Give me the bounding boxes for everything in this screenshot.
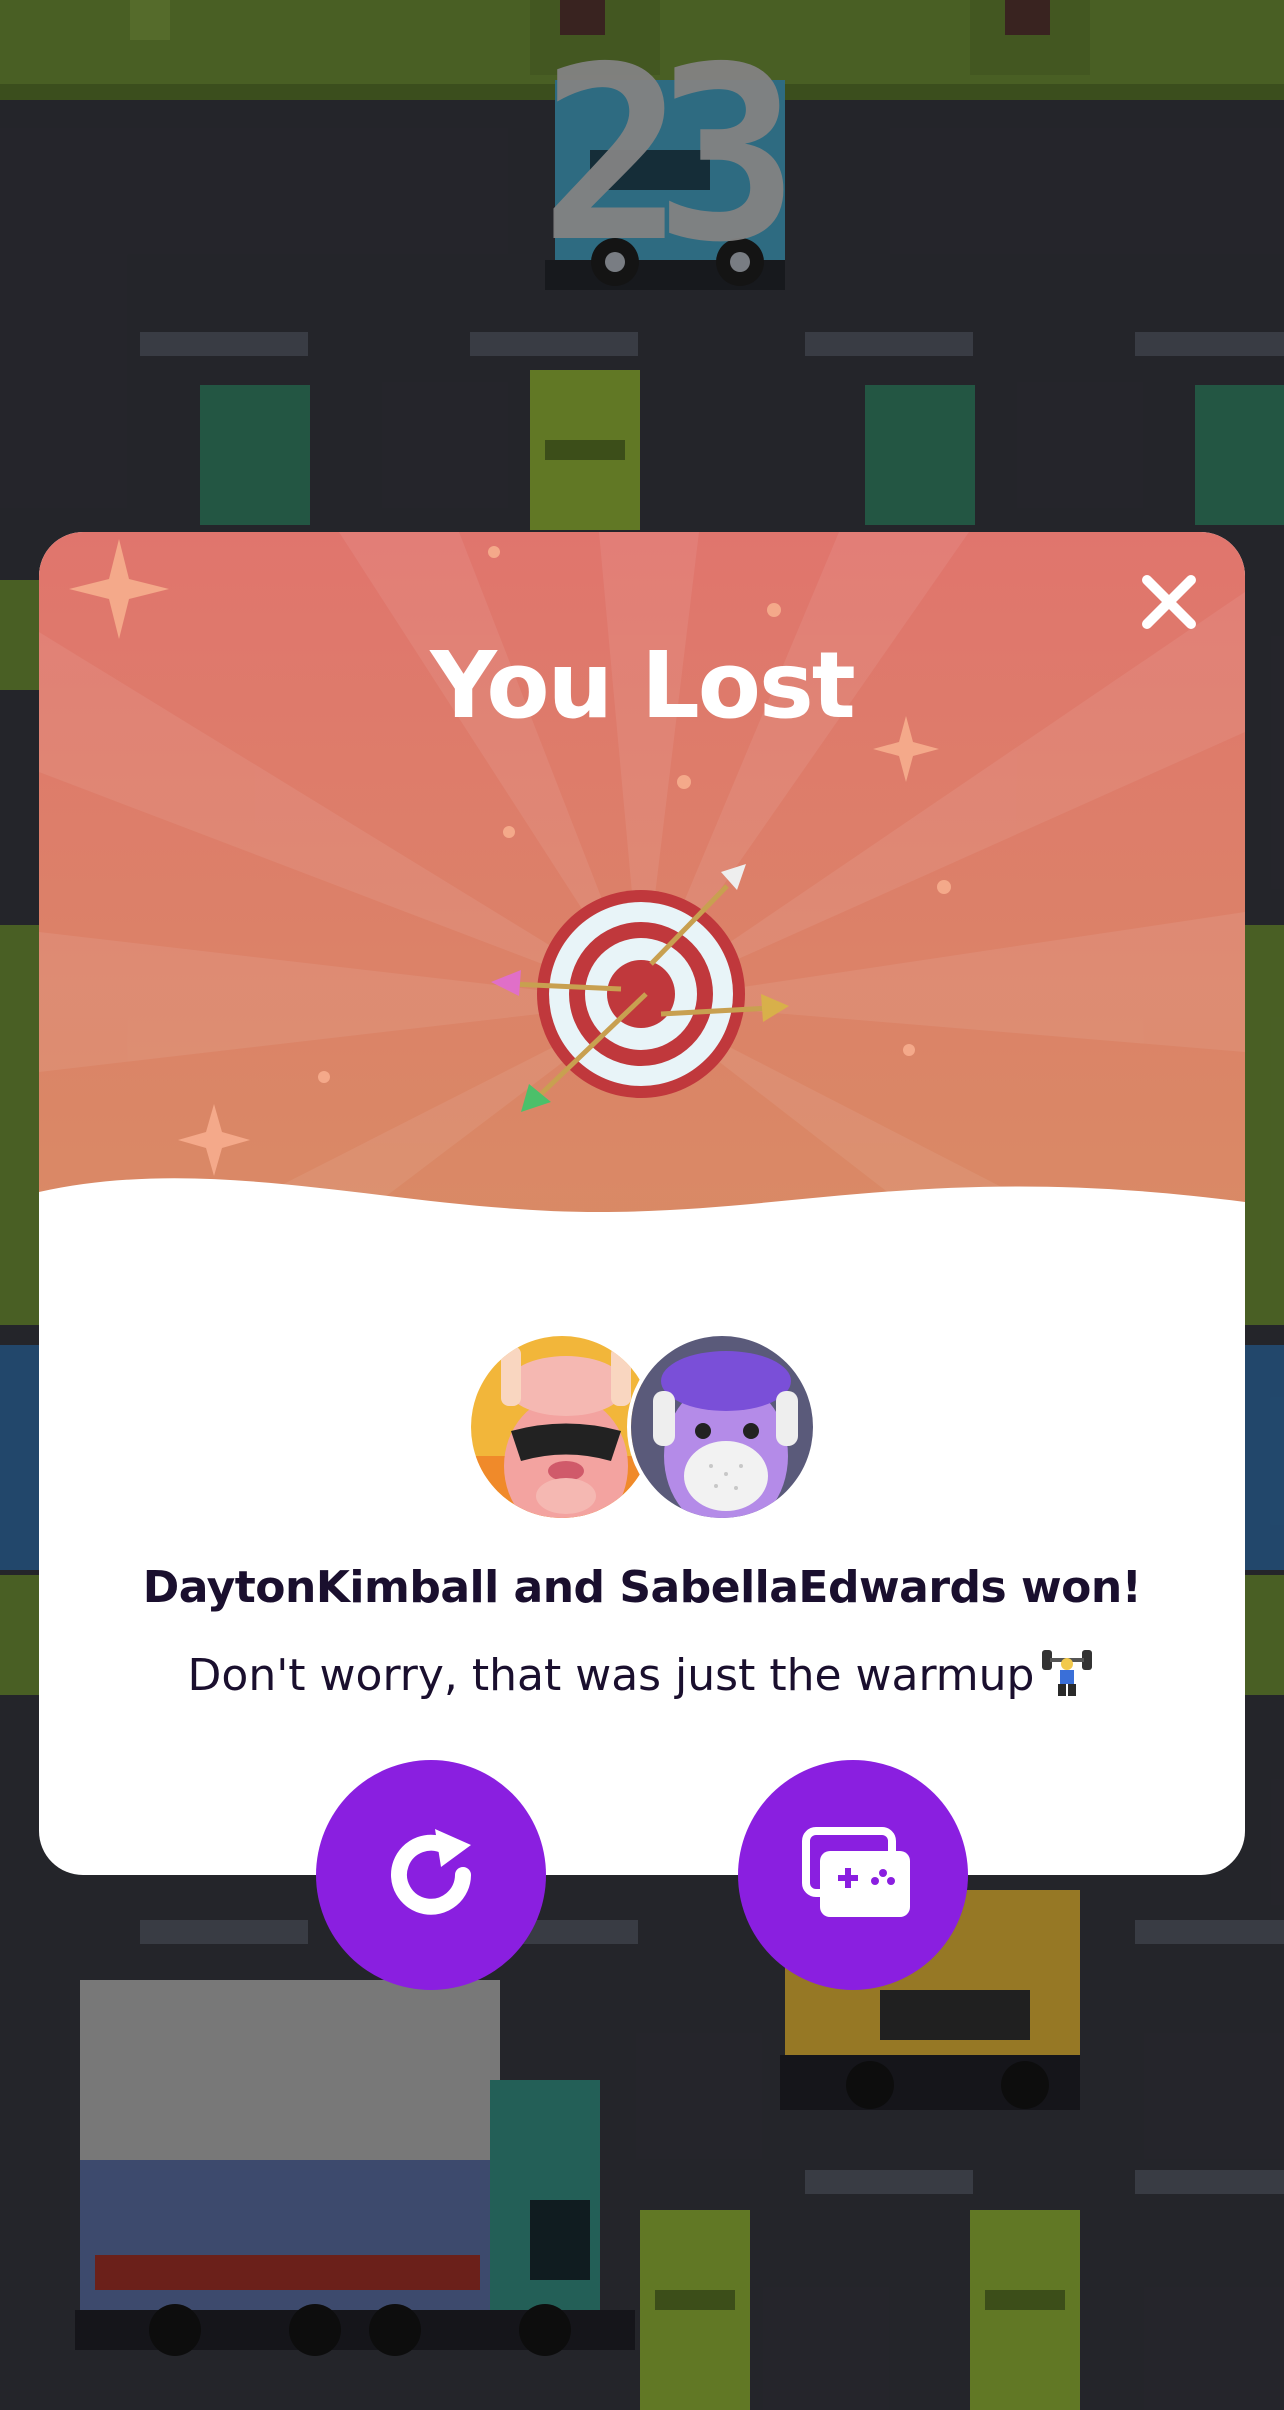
- game-library-icon: [802, 1827, 910, 1917]
- close-button[interactable]: [1133, 566, 1205, 638]
- llama-mask-headphones-avatar: [631, 1336, 813, 1518]
- replay-button[interactable]: [316, 1760, 546, 1990]
- more-games-button[interactable]: [738, 1760, 968, 1990]
- winners-text: DaytonKimball and SabellaEdwards won!: [142, 1562, 1142, 1613]
- subtitle-label: Don't worry, that was just the warmup: [187, 1650, 1035, 1701]
- weightlifter-trophy-emoji: [1042, 1650, 1093, 1696]
- replay-icon: [391, 1829, 471, 1915]
- dartboard-icon: [491, 864, 789, 1112]
- result-title: You Lost: [430, 632, 855, 739]
- encouragement-text: Don't worry, that was just the warmup: [39, 1642, 1245, 1701]
- close-icon: [1142, 575, 1196, 629]
- player-avatar-2: [627, 1332, 817, 1522]
- game-over-modal: You Lost DaytonKimball and SabellaEdward…: [39, 532, 1245, 1875]
- winners-avatars: [467, 1332, 817, 1522]
